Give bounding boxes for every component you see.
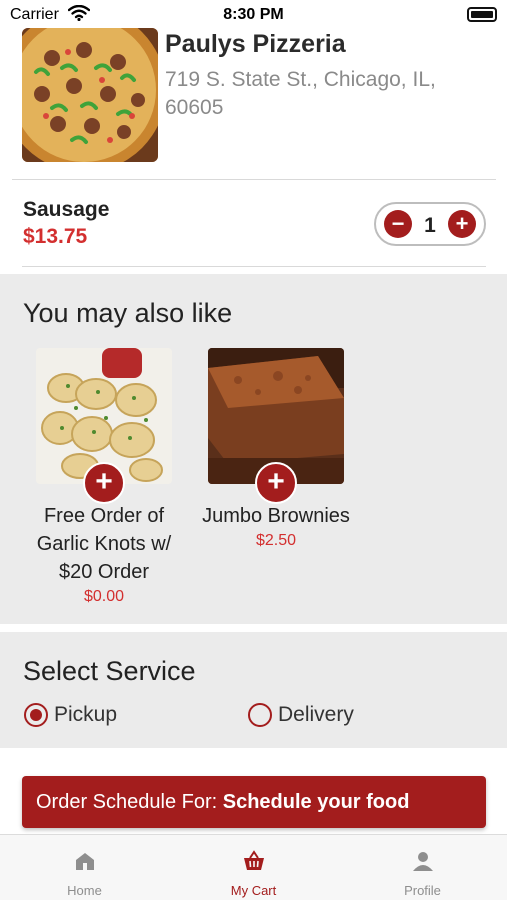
add-to-cart-button[interactable]: +	[255, 462, 297, 504]
pizza-image	[22, 28, 158, 162]
divider	[12, 179, 496, 180]
basket-icon	[242, 849, 266, 873]
pickup-radio[interactable]	[24, 703, 48, 727]
clock: 8:30 PM	[223, 6, 284, 23]
increase-quantity-button[interactable]: +	[448, 210, 476, 238]
add-to-cart-button[interactable]: +	[83, 462, 125, 504]
tab-home-label: Home	[67, 883, 102, 898]
tab-bar: Home My Cart Profile	[0, 834, 507, 900]
service-title: Select Service	[23, 656, 196, 686]
tab-profile[interactable]: Profile	[338, 835, 507, 901]
quantity-stepper: − 1 +	[374, 202, 486, 246]
pickup-label: Pickup	[54, 703, 118, 726]
person-icon	[411, 849, 435, 873]
suggestion-price: $0.00	[83, 588, 125, 605]
suggestion-name: Jumbo Brownies	[202, 505, 350, 527]
cart-item-price: $13.75	[23, 225, 88, 248]
restaurant-name: Paulys Pizzeria	[165, 30, 346, 58]
tab-home[interactable]: Home	[0, 835, 169, 901]
battery-icon	[467, 7, 497, 22]
tab-my-cart[interactable]: My Cart	[169, 835, 338, 901]
suggestion-price: $2.50	[255, 532, 297, 549]
suggestions-title: You may also like	[23, 298, 233, 328]
tab-my-cart-label: My Cart	[230, 883, 277, 898]
suggestions-section: You may also like + Free Order of Garlic…	[0, 274, 507, 624]
tab-profile-label: Profile	[404, 883, 441, 898]
divider	[22, 266, 486, 267]
home-icon	[73, 849, 97, 873]
schedule-prefix: Order Schedule For:	[36, 791, 223, 813]
cart-item-name: Sausage	[23, 198, 110, 221]
schedule-order-button[interactable]: Order Schedule For: Schedule your food	[22, 776, 486, 828]
suggestion-card[interactable]: + Jumbo Brownies $2.50	[190, 348, 362, 550]
delivery-label: Delivery	[278, 703, 354, 726]
status-bar: Carrier 8:30 PM	[0, 0, 507, 30]
suggestion-card[interactable]: + Free Order of Garlic Knots w/ $20 Orde…	[18, 348, 190, 606]
restaurant-address: 719 S. State St., Chicago, IL, 60605	[165, 68, 436, 119]
delivery-radio[interactable]	[248, 703, 272, 727]
service-section: Select Service Pickup Delivery	[0, 632, 507, 748]
schedule-value: Schedule your food	[222, 791, 410, 813]
suggestion-name: Free Order of Garlic Knots w/ $20 Order	[36, 505, 172, 583]
